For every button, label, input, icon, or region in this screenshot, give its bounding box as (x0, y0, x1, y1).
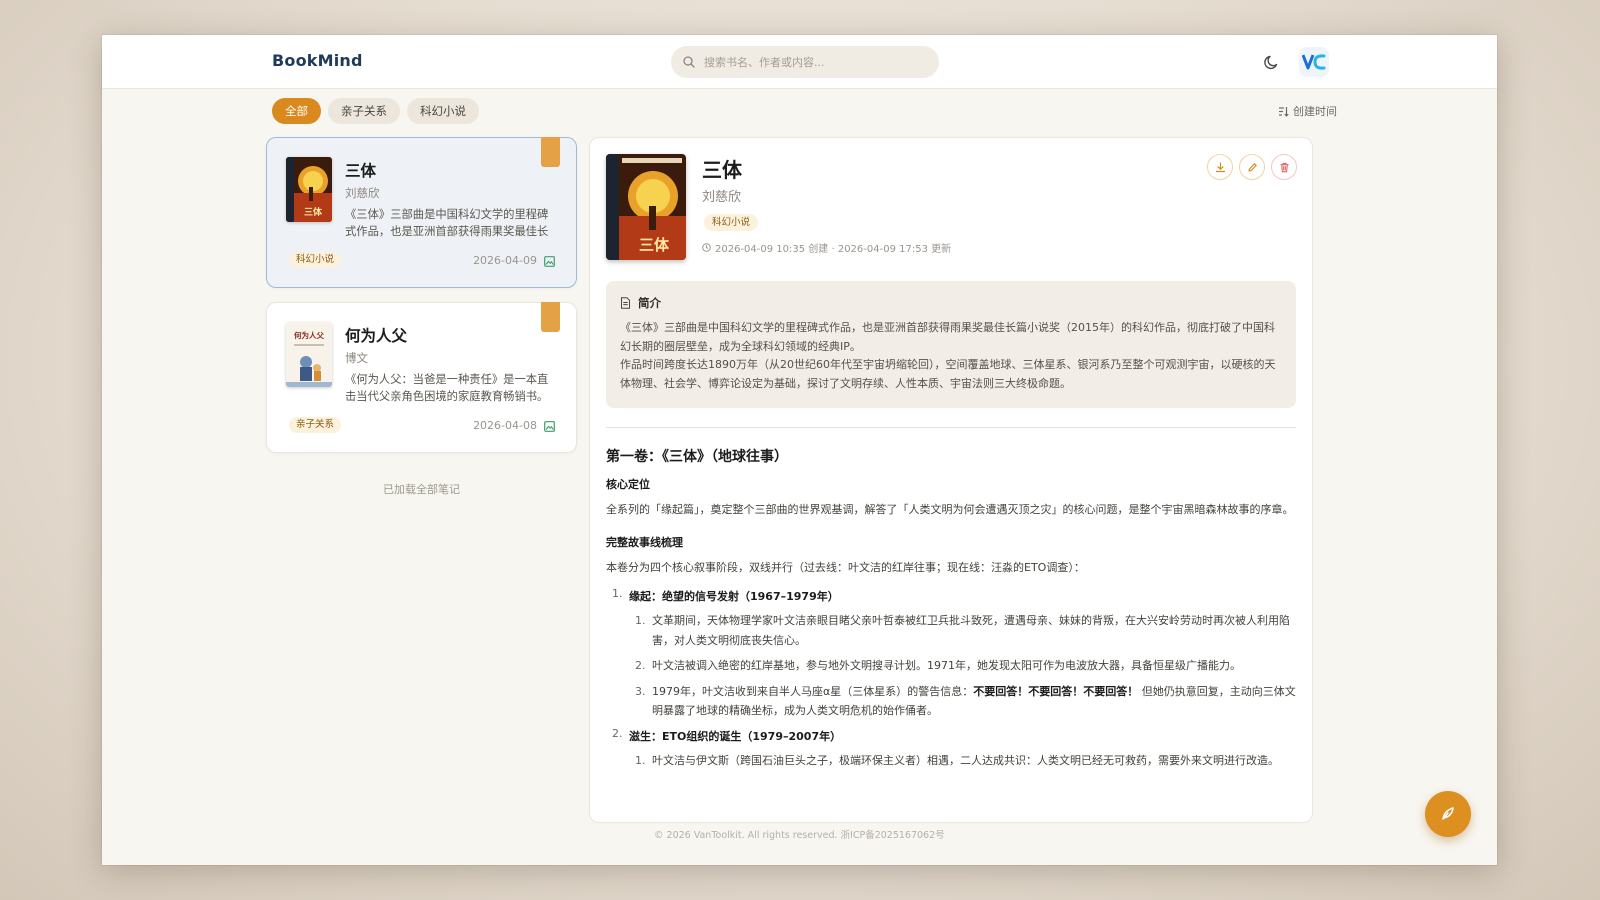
section-text: 本卷分为四个核心叙事阶段，双线并行（过去线：叶文洁的红岸往事；现在线：汪淼的ET… (606, 560, 1085, 574)
delete-button[interactable] (1271, 154, 1297, 180)
feather-pen-icon (1442, 807, 1454, 820)
stage-title: 滋生：ETO组织的诞生（1979–2007年） (629, 729, 842, 743)
search-icon (683, 56, 695, 68)
moon-icon[interactable] (1262, 52, 1282, 72)
new-note-button[interactable] (1425, 791, 1471, 837)
summary-paragraph: 作品时间跨度长达1890万年（从20世纪60年代至宇宙坍缩轮回），空间覆盖地球、… (620, 358, 1276, 390)
bookmark-icon (541, 302, 560, 332)
download-button[interactable] (1207, 154, 1233, 180)
brand-logo[interactable]: BookMind (272, 51, 363, 70)
download-icon (1215, 161, 1225, 172)
list-item: 3. 1979年，叶文洁收到来自半人马座α星（三体星系）的警告信息：不要回答！不要… (635, 684, 1296, 718)
search-input[interactable] (704, 55, 924, 69)
book-cover: 何为人父 (286, 322, 332, 387)
list-item: 2. 叶文洁被调入绝密的红岸基地，参与地外文明搜寻计划。1971年，她发现太阳可作… (635, 659, 1241, 672)
clock-icon (702, 243, 711, 252)
cover-text: 何为人父 (294, 330, 324, 340)
app-window: BookMind 全部 亲子关系 科幻小说 创建时间 三 (102, 35, 1497, 865)
chip-scifi[interactable]: 科幻小说 (407, 98, 479, 124)
list-end-text: 已加载全部笔记 (383, 483, 460, 496)
summary-paragraph: 《三体》三部曲是中国科幻文学的里程碑式作品，也是亚洲首部获得雨果奖最佳长篇小说奖… (620, 321, 1275, 353)
search-box[interactable] (671, 46, 939, 78)
note-excerpt: 《何为人父：当爸是一种责任》是一本直击当代父亲角色困境的家庭教育畅销书。 (345, 373, 549, 403)
sort-label: 创建时间 (1293, 105, 1337, 118)
stage-title: 缘起：绝望的信号发射（1967–1979年） (629, 590, 839, 603)
cover-text: 三体 (304, 206, 323, 218)
note-author: 博文 (345, 351, 368, 365)
detail-timestamps: 2026-04-09 10:35 创建 · 2026-04-09 17:53 更… (715, 244, 952, 255)
list-item: 1. 文革期间，天体物理学家叶文洁亲眼目睹父亲叶哲泰被红卫兵批斗致死，遭遇母亲、妹… (635, 614, 1290, 647)
cover-text: 三体 (639, 236, 670, 254)
note-tag: 科幻小说 (289, 252, 342, 268)
summary-box: 简介 《三体》三部曲是中国科幻文学的里程碑式作品，也是亚洲首部获得雨果奖最佳长篇… (606, 281, 1296, 408)
list-item: 1. 叶文洁与伊文斯（跨国石油巨头之子，极端环保主义者）相遇，二人达成共识：人类文… (635, 753, 1279, 767)
detail-tag: 科幻小说 (704, 214, 759, 231)
note-tag: 亲子关系 (289, 417, 342, 433)
note-date: 2026-04-08 (473, 419, 537, 432)
top-bar: BookMind (102, 35, 1497, 89)
pencil-icon (1247, 162, 1257, 172)
note-author: 刘慈欣 (345, 186, 380, 200)
detail-author: 刘慈欣 (702, 190, 742, 205)
section-title: 核心定位 (606, 478, 650, 491)
bookmark-icon (541, 137, 560, 167)
detail-meta: 2026-04-09 10:35 创建 · 2026-04-09 17:53 更… (702, 240, 951, 255)
note-excerpt: 《三体》三部曲是中国科幻文学的里程碑式作品，也是亚洲首部获得雨果奖最佳长篇小说奖… (345, 208, 549, 238)
book-cover: 三体 (286, 157, 332, 222)
list-item: 2. 滋生：ETO组织的诞生（1979–2007年） 1. 叶文洁与伊文斯（跨国石… (606, 727, 1296, 771)
content-heading: 第一卷：《三体》（地球往事） (606, 449, 788, 465)
image-icon (544, 421, 555, 432)
chip-all[interactable]: 全部 (272, 98, 321, 124)
image-icon (544, 256, 555, 267)
detail-title: 三体 (702, 158, 742, 182)
note-card[interactable]: 三体 三体 刘慈欣 《三体》三部曲是中国科幻文学的里程碑式作品，也是亚洲首部获得… (266, 137, 577, 288)
sort-button[interactable]: 创建时间 (1278, 103, 1337, 119)
list-item: 1. 缘起：绝望的信号发射（1967–1979年） 1. 文革期间，天体物理学家叶… (606, 587, 1296, 721)
story-stages-list: 1. 缘起：绝望的信号发射（1967–1979年） 1. 文革期间，天体物理学家叶… (606, 587, 1296, 770)
detail-actions (1207, 154, 1297, 180)
detail-book-cover: 三体 (606, 154, 686, 260)
section-title: 完整故事线梳理 (606, 535, 683, 549)
note-content: 第一卷：《三体》（地球往事） 核心定位 全系列的「缘起篇」，奠定整个三部曲的世界… (606, 446, 1296, 776)
trash-icon (1279, 162, 1289, 172)
edit-button[interactable] (1239, 154, 1265, 180)
section-text: 全系列的「缘起篇」，奠定整个三部曲的世界观基调，解答了「人类文明为何会遭遇灭顶之… (606, 503, 1294, 516)
divider (606, 427, 1296, 428)
sort-icon (1279, 106, 1289, 117)
document-icon (621, 297, 630, 309)
chip-parenting[interactable]: 亲子关系 (328, 98, 400, 124)
note-title: 三体 (345, 162, 377, 180)
filter-chips: 全部 亲子关系 科幻小说 (272, 98, 479, 124)
note-title: 何为人父 (345, 327, 408, 345)
footer-text: © 2026 VanToolkit. All rights reserved. … (654, 830, 945, 841)
vk-logo-icon[interactable] (1299, 47, 1329, 77)
note-card[interactable]: 何为人父 何为人父 博文 《何为人父：当爸是一种责任》是一本直击当代父亲角色困境… (266, 302, 577, 453)
summary-title: 简介 (638, 296, 661, 310)
note-detail-panel: 三体 三体 刘慈欣 科幻小说 2026-04-09 10:35 创建 · 202… (589, 137, 1313, 823)
note-date: 2026-04-09 (473, 254, 537, 267)
